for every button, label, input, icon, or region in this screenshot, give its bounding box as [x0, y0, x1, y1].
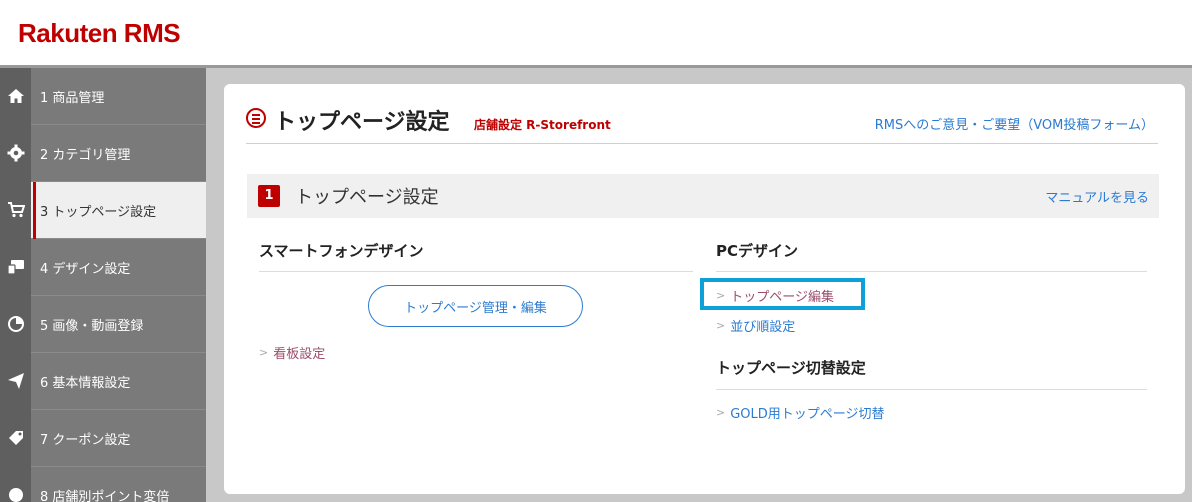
page-header: トップページ設定 店舗設定 R-Storefront RMSへのご意見・ご要望（… [246, 100, 1158, 144]
smartphone-design-title: スマートフォンデザイン [259, 242, 424, 260]
sidebar-item-image-video[interactable]: 5 画像・動画登録 [0, 295, 206, 353]
home-icon [0, 68, 31, 125]
sidebar-item-points[interactable]: 8 店舗別ポイント変倍 [0, 466, 206, 502]
points-icon [0, 466, 31, 502]
page-subtitle: 店舗設定 R-Storefront [474, 118, 611, 132]
sidebar-item-label: 4 デザイン設定 [40, 261, 131, 277]
gold-top-page-switch-link[interactable]: > GOLD用トップページ切替 [716, 403, 885, 422]
sidebar-item-label: 5 画像・動画登録 [40, 318, 144, 334]
highlight-box [700, 278, 865, 310]
sidebar-item-category-management[interactable]: 2 カテゴリ管理 [0, 124, 206, 182]
section-number-badge: 1 [258, 185, 280, 207]
cart-icon [0, 181, 31, 239]
pc-divider [716, 271, 1147, 272]
sidebar-item-label: 6 基本情報設定 [40, 375, 131, 391]
paper-plane-icon [0, 352, 31, 410]
active-indicator [33, 182, 36, 239]
sidebar-item-label: 7 クーポン設定 [40, 432, 131, 448]
sidebar-item-label: 3 トップページ設定 [40, 204, 157, 220]
signboard-settings-link[interactable]: > 看板設定 [259, 343, 325, 362]
sidebar-item-design-settings[interactable]: 4 デザイン設定 [0, 238, 206, 296]
sidebar-item-basic-info[interactable]: 6 基本情報設定 [0, 352, 206, 410]
app-header: Rakuten RMS [0, 0, 1192, 68]
gear-icon [0, 124, 31, 182]
smartphone-divider [259, 271, 693, 272]
page-title: トップページ設定 [274, 110, 450, 135]
section-header: 1 トップページ設定 マニュアルを見る [247, 174, 1159, 218]
pc-design-title: PCデザイン [716, 242, 799, 260]
top-page-manage-edit-button[interactable]: トップページ管理・編集 [368, 285, 583, 327]
chevron-right-icon: > [259, 346, 269, 359]
sidebar-item-product-management[interactable]: 1 商品管理 [0, 68, 206, 125]
manual-link[interactable]: マニュアルを見る [1045, 187, 1149, 206]
section-title: トップページ設定 [295, 187, 439, 208]
sidebar-item-label: 2 カテゴリ管理 [40, 147, 131, 163]
chevron-right-icon: > [716, 319, 726, 332]
sidebar-item-top-page-settings[interactable]: 3 トップページ設定 [0, 181, 206, 239]
switch-divider [716, 389, 1147, 390]
pie-chart-icon [0, 295, 31, 353]
sort-order-link[interactable]: > 並び順設定 [716, 316, 795, 335]
chevron-right-icon: > [716, 406, 726, 419]
feedback-link[interactable]: RMSへのご意見・ご要望（VOM投稿フォーム） [875, 114, 1154, 133]
top-page-switch-title: トップページ切替設定 [716, 359, 866, 377]
sidebar: 1 商品管理 2 カテゴリ管理 3 トップページ設定 4 デザイン設定 5 画像… [0, 68, 206, 502]
sidebar-item-label: 1 商品管理 [40, 90, 105, 106]
rakuten-rms-logo[interactable]: Rakuten RMS [18, 18, 181, 49]
link-label: GOLD用トップページ切替 [730, 407, 885, 422]
list-circle-icon [246, 108, 266, 128]
sidebar-item-label: 8 店舗別ポイント変倍 [40, 489, 170, 502]
sidebar-item-coupon[interactable]: 7 クーポン設定 [0, 409, 206, 467]
link-label: 看板設定 [273, 347, 326, 362]
devices-icon [0, 238, 31, 296]
link-label: 並び順設定 [730, 320, 796, 335]
coupon-icon [0, 409, 31, 467]
